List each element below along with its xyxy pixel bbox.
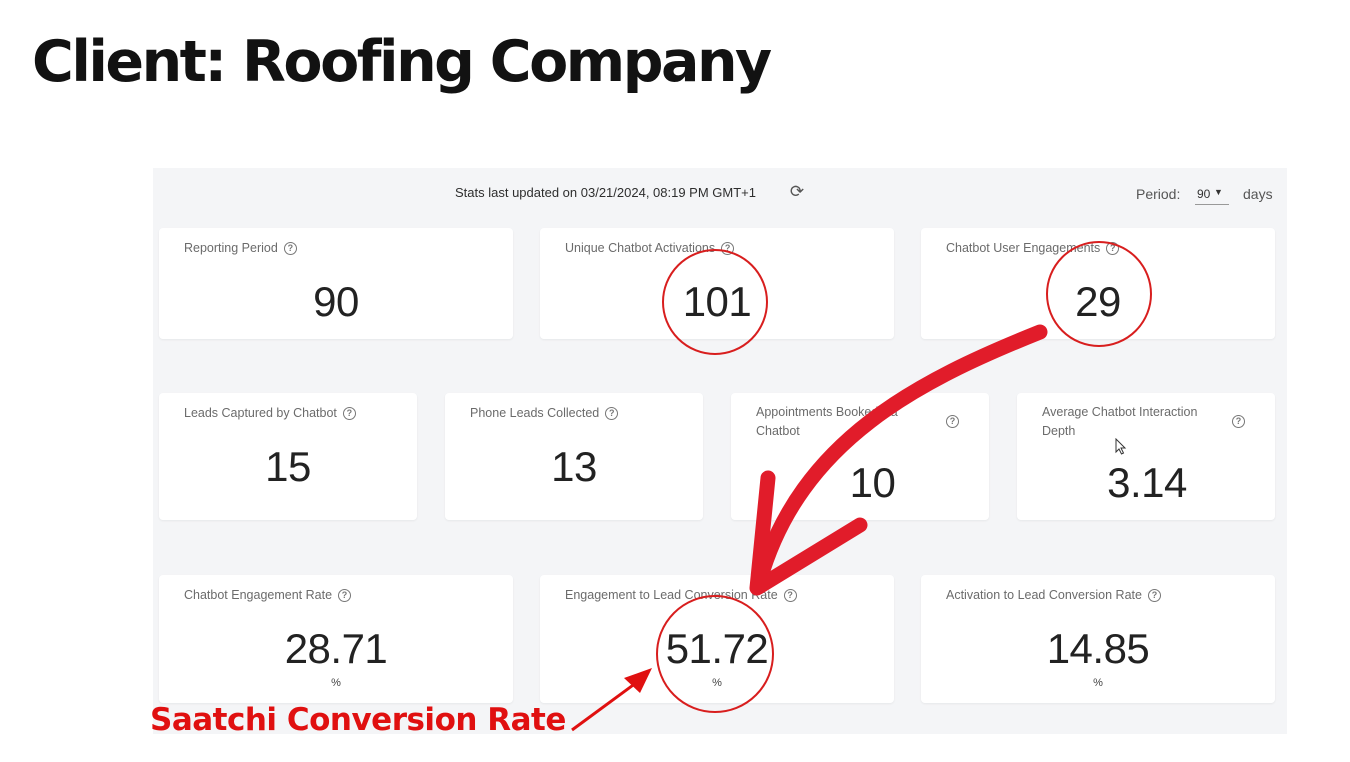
refresh-icon[interactable]: ⟳	[787, 182, 807, 202]
card-phone-leads: Phone Leads Collected? 13	[445, 393, 703, 520]
period-select[interactable]: 90 ▼	[1195, 185, 1229, 205]
card-label: Chatbot User Engagements	[946, 241, 1101, 255]
percent-unit: %	[1093, 677, 1103, 689]
card-value: 13	[551, 443, 597, 490]
card-value: 51.72	[665, 625, 769, 672]
help-icon[interactable]: ?	[338, 589, 352, 603]
help-icon[interactable]: ?	[1147, 589, 1161, 603]
card-appointments: Appointments Booked via Chatbot ? 10	[731, 393, 989, 520]
card-reporting-period: Reporting Period? 90	[159, 228, 513, 339]
card-label: Reporting Period	[184, 241, 278, 255]
annotation-label: Saatchi Conversion Rate	[150, 702, 566, 738]
help-icon[interactable]: ?	[342, 407, 356, 421]
days-label: days	[1243, 186, 1273, 202]
stats-topbar: Stats last updated on 03/21/2024, 08:19 …	[153, 168, 1287, 218]
card-activation-to-lead: Activation to Lead Conversion Rate? 14.8…	[921, 575, 1275, 703]
help-icon[interactable]: ?	[283, 242, 297, 256]
card-engagement-to-lead: Engagement to Lead Conversion Rate? 51.7…	[540, 575, 894, 703]
card-label: Engagement to Lead Conversion Rate	[565, 588, 778, 602]
help-icon[interactable]: ?	[1232, 415, 1245, 428]
card-value: 10	[849, 459, 896, 506]
card-label: Appointments Booked via Chatbot	[756, 405, 898, 438]
card-label: Phone Leads Collected	[470, 406, 600, 420]
card-value: 14.85	[1046, 625, 1150, 672]
help-icon[interactable]: ?	[1106, 242, 1120, 256]
card-label: Leads Captured by Chatbot	[184, 406, 337, 420]
last-updated-text: Stats last updated on 03/21/2024, 08:19 …	[455, 185, 756, 200]
mouse-cursor-icon	[1115, 437, 1127, 458]
help-icon[interactable]: ?	[946, 415, 959, 428]
card-value: 101	[682, 278, 752, 325]
card-value: 90	[313, 278, 359, 325]
help-icon[interactable]: ?	[783, 589, 797, 603]
period-value: 90	[1197, 187, 1211, 201]
card-label: Unique Chatbot Activations	[565, 241, 716, 255]
period-label: Period:	[1136, 186, 1181, 202]
card-label: Average Chatbot Interaction Depth	[1042, 405, 1198, 438]
percent-unit: %	[712, 677, 722, 689]
page-title: Client: Roofing Company	[32, 29, 772, 95]
percent-unit: %	[331, 677, 341, 689]
card-unique-activations: Unique Chatbot Activations? 101	[540, 228, 894, 339]
card-user-engagements: Chatbot User Engagements? 29	[921, 228, 1275, 339]
card-value: 15	[265, 443, 311, 490]
help-icon[interactable]: ?	[721, 242, 735, 256]
help-icon[interactable]: ?	[605, 407, 619, 421]
card-avg-depth: Average Chatbot Interaction Depth ? 3.14	[1017, 393, 1275, 520]
card-value: 28.71	[284, 625, 388, 672]
card-engagement-rate: Chatbot Engagement Rate? 28.71 %	[159, 575, 513, 703]
card-label: Activation to Lead Conversion Rate	[946, 588, 1142, 602]
card-leads-captured: Leads Captured by Chatbot? 15	[159, 393, 417, 520]
chevron-down-icon: ▼	[1214, 187, 1223, 197]
card-value: 3.14	[1107, 459, 1187, 506]
card-label: Chatbot Engagement Rate	[184, 588, 333, 602]
card-value: 29	[1075, 278, 1121, 325]
